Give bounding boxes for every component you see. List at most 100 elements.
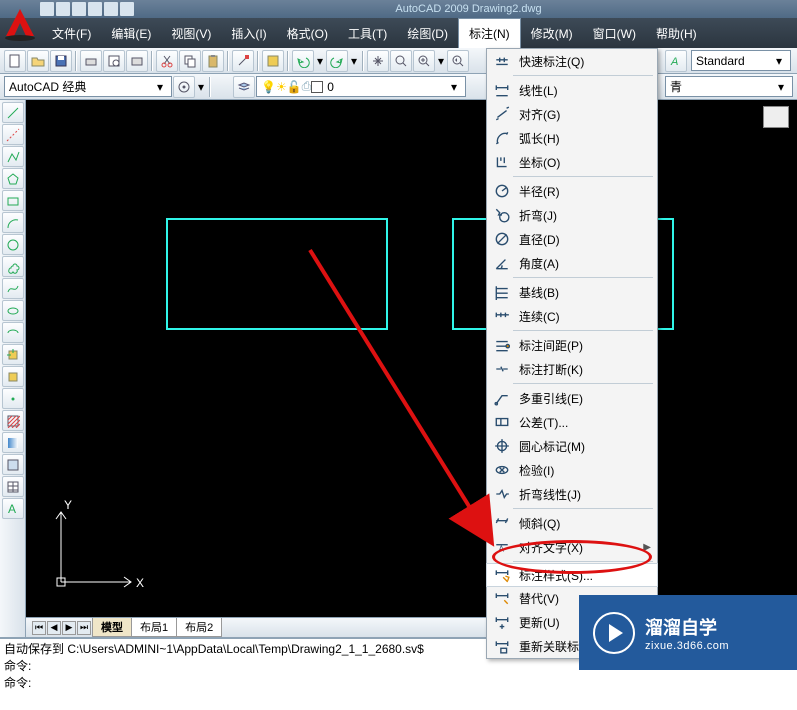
hatch-tool-icon[interactable] bbox=[2, 410, 24, 431]
lock-icon: 🔓 bbox=[287, 80, 302, 94]
qat-open-icon[interactable] bbox=[56, 2, 70, 16]
tab-prev-icon[interactable]: ◀ bbox=[47, 621, 61, 635]
menu-item-dimbreak[interactable]: 标注打断(K) bbox=[487, 357, 657, 381]
zoom-window-icon[interactable] bbox=[413, 50, 435, 72]
menu-item-mleader[interactable]: 多重引线(E) bbox=[487, 386, 657, 410]
qat-new-icon[interactable] bbox=[40, 2, 54, 16]
menu-item-ordinate[interactable]: 坐标(O) bbox=[487, 150, 657, 174]
menu-w[interactable]: 窗口(W) bbox=[583, 18, 646, 48]
layout-tab[interactable]: 布局2 bbox=[176, 618, 222, 637]
menu-t[interactable]: 工具(T) bbox=[338, 18, 397, 48]
textstyle-combo[interactable]: Standard ▾ bbox=[691, 50, 791, 71]
menu-item-inspect[interactable]: 检验(I) bbox=[487, 458, 657, 482]
layer-combo[interactable]: 💡 ☀ 🔓 ⎙ 0 ▾ bbox=[256, 76, 466, 97]
menu-item-jogged[interactable]: 折弯(J) bbox=[487, 203, 657, 227]
block-insert-tool-icon[interactable] bbox=[2, 344, 24, 365]
plot-preview-icon[interactable] bbox=[103, 50, 125, 72]
redo-dropdown-icon[interactable]: ▾ bbox=[349, 54, 359, 68]
revcloud-tool-icon[interactable] bbox=[2, 256, 24, 277]
workspace-settings-icon[interactable] bbox=[173, 76, 195, 98]
spline-tool-icon[interactable] bbox=[2, 278, 24, 299]
menu-item-dimstyle[interactable]: 标注样式(S)... bbox=[486, 563, 658, 587]
workspace-combo[interactable]: AutoCAD 经典 ▾ bbox=[4, 76, 172, 97]
menu-item-label: 折弯(J) bbox=[519, 207, 651, 224]
watermark-logo: 溜溜自学 zixue.3d66.com bbox=[579, 595, 797, 670]
menu-item-quick[interactable]: 快速标注(Q) bbox=[487, 49, 657, 73]
menu-item-angular[interactable]: 角度(A) bbox=[487, 251, 657, 275]
tab-last-icon[interactable]: ⏭ bbox=[77, 621, 91, 635]
line-tool-icon[interactable] bbox=[2, 102, 24, 123]
polyline-tool-icon[interactable] bbox=[2, 146, 24, 167]
layer-properties-icon[interactable] bbox=[233, 76, 255, 98]
menu-o[interactable]: 格式(O) bbox=[277, 18, 338, 48]
save-icon[interactable] bbox=[50, 50, 72, 72]
menu-item-joggedlin[interactable]: 折弯线性(J) bbox=[487, 482, 657, 506]
tab-first-icon[interactable]: ⏮ bbox=[32, 621, 46, 635]
pan-icon[interactable] bbox=[367, 50, 389, 72]
undo-icon[interactable] bbox=[292, 50, 314, 72]
menu-item-oblique[interactable]: 倾斜(Q) bbox=[487, 511, 657, 535]
menu-item-arc[interactable]: 弧长(H) bbox=[487, 126, 657, 150]
plot-icon[interactable] bbox=[80, 50, 102, 72]
menu-item-aligned[interactable]: 对齐(G) bbox=[487, 102, 657, 126]
point-tool-icon[interactable] bbox=[2, 388, 24, 409]
region-tool-icon[interactable] bbox=[2, 454, 24, 475]
undo-dropdown-icon[interactable]: ▾ bbox=[315, 54, 325, 68]
menu-item-textalign[interactable]: A对齐文字(X)▶ bbox=[487, 535, 657, 559]
menu-item-continue[interactable]: 连续(C) bbox=[487, 304, 657, 328]
paste-icon[interactable] bbox=[202, 50, 224, 72]
qat-undo-icon[interactable] bbox=[104, 2, 118, 16]
arc-tool-icon[interactable] bbox=[2, 212, 24, 233]
menu-item-linear[interactable]: 线性(L) bbox=[487, 78, 657, 102]
zoom-dropdown-icon[interactable]: ▾ bbox=[436, 54, 446, 68]
menu-v[interactable]: 视图(V) bbox=[161, 18, 221, 48]
navcube[interactable] bbox=[763, 106, 789, 128]
zoom-realtime-icon[interactable] bbox=[390, 50, 412, 72]
qat-print-icon[interactable] bbox=[88, 2, 102, 16]
construction-line-tool-icon[interactable] bbox=[2, 124, 24, 145]
update-icon bbox=[493, 613, 511, 631]
cut-icon[interactable] bbox=[156, 50, 178, 72]
match-props-icon[interactable] bbox=[232, 50, 254, 72]
qat-redo-icon[interactable] bbox=[120, 2, 134, 16]
polygon-tool-icon[interactable] bbox=[2, 168, 24, 189]
color-combo[interactable]: 青 ▾ bbox=[665, 76, 793, 97]
tab-next-icon[interactable]: ▶ bbox=[62, 621, 76, 635]
ellipse-arc-tool-icon[interactable] bbox=[2, 322, 24, 343]
qat-save-icon[interactable] bbox=[72, 2, 86, 16]
layout-tab[interactable]: 布局1 bbox=[131, 618, 177, 637]
redo-icon[interactable] bbox=[326, 50, 348, 72]
menu-item-diameter[interactable]: 直径(D) bbox=[487, 227, 657, 251]
text-tool-icon[interactable]: A bbox=[2, 498, 24, 519]
make-block-tool-icon[interactable] bbox=[2, 366, 24, 387]
layout-tab[interactable]: 模型 bbox=[92, 618, 132, 637]
publish-icon[interactable] bbox=[126, 50, 148, 72]
menu-i[interactable]: 插入(I) bbox=[221, 18, 276, 48]
menu-e[interactable]: 编辑(E) bbox=[101, 18, 161, 48]
copy-icon[interactable] bbox=[179, 50, 201, 72]
menu-item-baseline[interactable]: 基线(B) bbox=[487, 280, 657, 304]
workspace-combo-value: AutoCAD 经典 bbox=[9, 78, 153, 95]
menu-d[interactable]: 绘图(D) bbox=[397, 18, 458, 48]
ellipse-tool-icon[interactable] bbox=[2, 300, 24, 321]
workspace-dropdown-icon[interactable]: ▾ bbox=[196, 80, 206, 94]
circle-tool-icon[interactable] bbox=[2, 234, 24, 255]
menu-item-radius[interactable]: 半径(R) bbox=[487, 179, 657, 203]
gradient-tool-icon[interactable] bbox=[2, 432, 24, 453]
menu-m[interactable]: 修改(M) bbox=[521, 18, 583, 48]
menu-item-dimspace[interactable]: 标注间距(P) bbox=[487, 333, 657, 357]
table-tool-icon[interactable] bbox=[2, 476, 24, 497]
block-editor-icon[interactable] bbox=[262, 50, 284, 72]
rectangle-tool-icon[interactable] bbox=[2, 190, 24, 211]
menu-item-tolerance[interactable]: 公差(T)... bbox=[487, 410, 657, 434]
menu-h[interactable]: 帮助(H) bbox=[646, 18, 707, 48]
open-file-icon[interactable] bbox=[27, 50, 49, 72]
menu-item-center[interactable]: 圆心标记(M) bbox=[487, 434, 657, 458]
new-file-icon[interactable] bbox=[4, 50, 26, 72]
zoom-previous-icon[interactable] bbox=[447, 50, 469, 72]
menu-f[interactable]: 文件(F) bbox=[42, 18, 101, 48]
drawing-canvas[interactable]: X Y bbox=[26, 100, 797, 617]
text-style-icon[interactable]: A bbox=[665, 50, 687, 72]
menu-n[interactable]: 标注(N) bbox=[458, 18, 521, 48]
app-logo-icon[interactable] bbox=[0, 4, 40, 44]
